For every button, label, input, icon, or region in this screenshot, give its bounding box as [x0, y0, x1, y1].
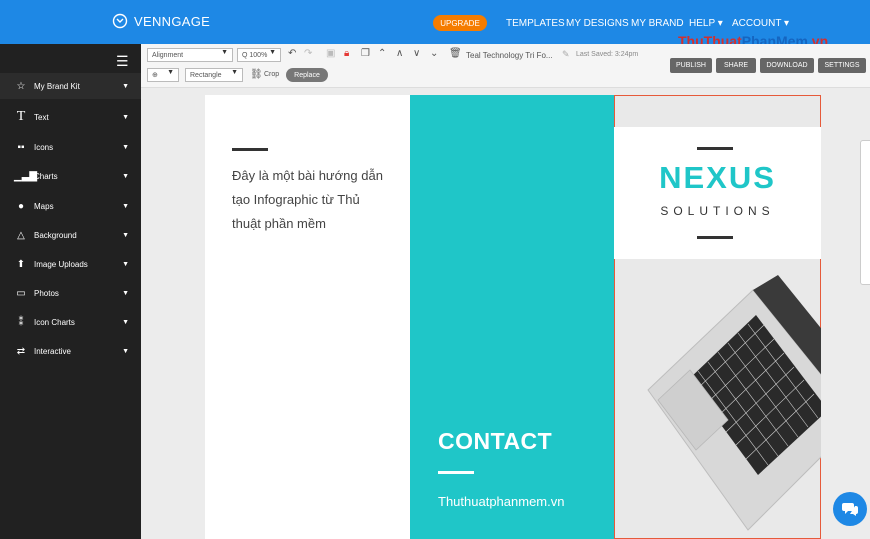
sidebar-item-image-uploads[interactable]: ⬆ Image Uploads ▼	[0, 251, 141, 277]
chat-icon	[842, 503, 858, 516]
sidebar-item-label: Icons	[34, 142, 54, 152]
link-select[interactable]: ⊕ ▼	[147, 68, 179, 82]
group-icon[interactable]: ▣	[326, 48, 335, 59]
venngage-logo[interactable]: VENNGAGE	[112, 13, 210, 29]
nav-my-brand[interactable]: MY BRAND	[631, 18, 684, 29]
alignment-select[interactable]: Alignment ▼	[147, 48, 233, 62]
move-up-icon[interactable]: ∧	[396, 48, 403, 59]
upload-icon: ⬆	[16, 258, 26, 270]
sidebar-item-label: Maps	[34, 201, 54, 211]
shape-label: Rectangle	[190, 71, 222, 79]
undo-icon[interactable]: ↶	[288, 48, 296, 59]
edit-icon[interactable]: ✎	[562, 49, 570, 60]
interactive-icon: ⇄	[16, 345, 26, 357]
redo-icon[interactable]: ↷	[304, 48, 312, 59]
crop-icon[interactable]: ⛓︎	[250, 69, 263, 80]
sidebar-item-label: Text	[34, 112, 49, 122]
upgrade-button[interactable]: UPGRADE	[433, 15, 487, 31]
caret-down-icon: ▼	[167, 69, 174, 76]
sidebar-item-icon-charts[interactable]: ⁑ Icon Charts ▼	[0, 309, 141, 335]
chevron-down-icon: ▼	[122, 143, 129, 151]
settings-button[interactable]: SETTINGS	[818, 58, 866, 73]
icon-chart-icon: ⁑	[18, 316, 24, 328]
sidebar-item-label: My Brand Kit	[34, 81, 80, 91]
move-down-icon[interactable]: ∨	[413, 48, 420, 59]
icons-icon: ▪▪	[17, 141, 25, 153]
body-text[interactable]: Đây là một bài hướng dẫn tạo Infographic…	[232, 164, 392, 236]
chevron-down-icon: ▼	[122, 231, 129, 239]
chevron-down-icon: ▼	[122, 113, 129, 121]
sidebar-item-label: Background	[34, 230, 77, 240]
brand-subtitle[interactable]: SOLUTIONS	[614, 204, 821, 218]
download-button[interactable]: DOWNLOAD	[760, 58, 814, 73]
panel-left[interactable]	[205, 95, 410, 539]
divider-line[interactable]	[232, 148, 268, 151]
photo-icon: ▭	[16, 287, 26, 299]
caret-down-icon: ▼	[221, 49, 228, 56]
nav-help[interactable]: HELP ▾	[689, 18, 723, 29]
document-name[interactable]: Teal Technology Tri Fo...	[466, 51, 553, 60]
chevron-down-icon: ▼	[122, 318, 129, 326]
chevron-down-icon: ▼	[122, 260, 129, 268]
sidebar-item-text[interactable]: T Text ▼	[0, 104, 141, 130]
link-icon: ⊕	[152, 72, 158, 79]
zoom-select[interactable]: Q 100% ▼	[237, 48, 281, 62]
replace-button[interactable]: Replace	[286, 68, 328, 82]
lock-icon[interactable]: 🔒︎	[344, 48, 349, 59]
divider-line[interactable]	[697, 236, 733, 239]
sidebar-item-photos[interactable]: ▭ Photos ▼	[0, 280, 141, 306]
sidebar-item-background[interactable]: △ Background ▼	[0, 222, 141, 248]
caret-down-icon: ▼	[269, 49, 276, 56]
share-button[interactable]: SHARE	[716, 58, 756, 73]
chevron-down-icon: ▼	[122, 202, 129, 210]
nav-account[interactable]: ACCOUNT ▾	[732, 18, 789, 29]
chat-button[interactable]	[833, 492, 867, 526]
properties-panel[interactable]	[860, 140, 870, 285]
chevron-down-icon: ▼	[122, 172, 129, 180]
background-icon: △	[17, 229, 25, 241]
laptop-photo[interactable]	[628, 270, 828, 539]
contact-title[interactable]: CONTACT	[438, 428, 552, 455]
publish-button[interactable]: PUBLISH	[670, 58, 712, 73]
caret-down-icon: ▼	[231, 69, 238, 76]
copy-icon[interactable]: ❐	[361, 48, 370, 59]
sidebar-item-interactive[interactable]: ⇄ Interactive ▼	[0, 338, 141, 364]
chevron-down-icon: ▼	[122, 289, 129, 297]
divider-line[interactable]	[438, 471, 474, 474]
logo-text: VENNGAGE	[134, 13, 211, 29]
hamburger-icon[interactable]: ☰	[116, 53, 129, 70]
crop-label[interactable]: Crop	[264, 71, 279, 78]
sidebar-item-label: Photos	[34, 288, 59, 298]
sidebar-item-icons[interactable]: ▪▪ Icons ▼	[0, 134, 141, 160]
brand-name[interactable]: NEXUS	[614, 160, 821, 196]
alignment-label: Alignment	[152, 51, 184, 59]
nav-my-designs[interactable]: MY DESIGNS	[566, 18, 629, 29]
sidebar-item-charts[interactable]: ▁▃▇ Charts ▼	[0, 163, 141, 189]
sidebar-item-label: Interactive	[34, 346, 71, 356]
sidebar-item-maps[interactable]: ● Maps ▼	[0, 193, 141, 219]
text-icon: T	[16, 109, 26, 124]
bring-front-icon[interactable]: ⌃	[378, 48, 386, 59]
sidebar-item-my-brand-kit[interactable]: ☆ My Brand Kit ▼	[0, 73, 141, 99]
logo-icon	[112, 13, 128, 29]
chevron-down-icon: ▼	[122, 82, 129, 90]
nav-templates[interactable]: TEMPLATES	[506, 18, 565, 29]
send-back-icon[interactable]: ⌄	[430, 48, 438, 59]
trash-icon[interactable]: 🗑︎	[449, 48, 462, 59]
globe-icon: ●	[17, 200, 25, 212]
divider-line[interactable]	[697, 147, 733, 150]
sidebar-item-label: Image Uploads	[34, 259, 88, 269]
sidebar-item-label: Icon Charts	[34, 317, 75, 327]
zoom-label: Q 100%	[242, 51, 268, 59]
sidebar-item-label: Charts	[34, 171, 58, 181]
shape-select[interactable]: Rectangle ▼	[185, 68, 243, 82]
last-saved: Last Saved: 3:24pm	[576, 51, 639, 58]
website-text[interactable]: Thuthuatphanmem.vn	[438, 494, 564, 509]
chevron-down-icon: ▼	[122, 347, 129, 355]
star-icon: ☆	[16, 80, 26, 92]
chart-icon: ▁▃▇	[14, 170, 38, 182]
